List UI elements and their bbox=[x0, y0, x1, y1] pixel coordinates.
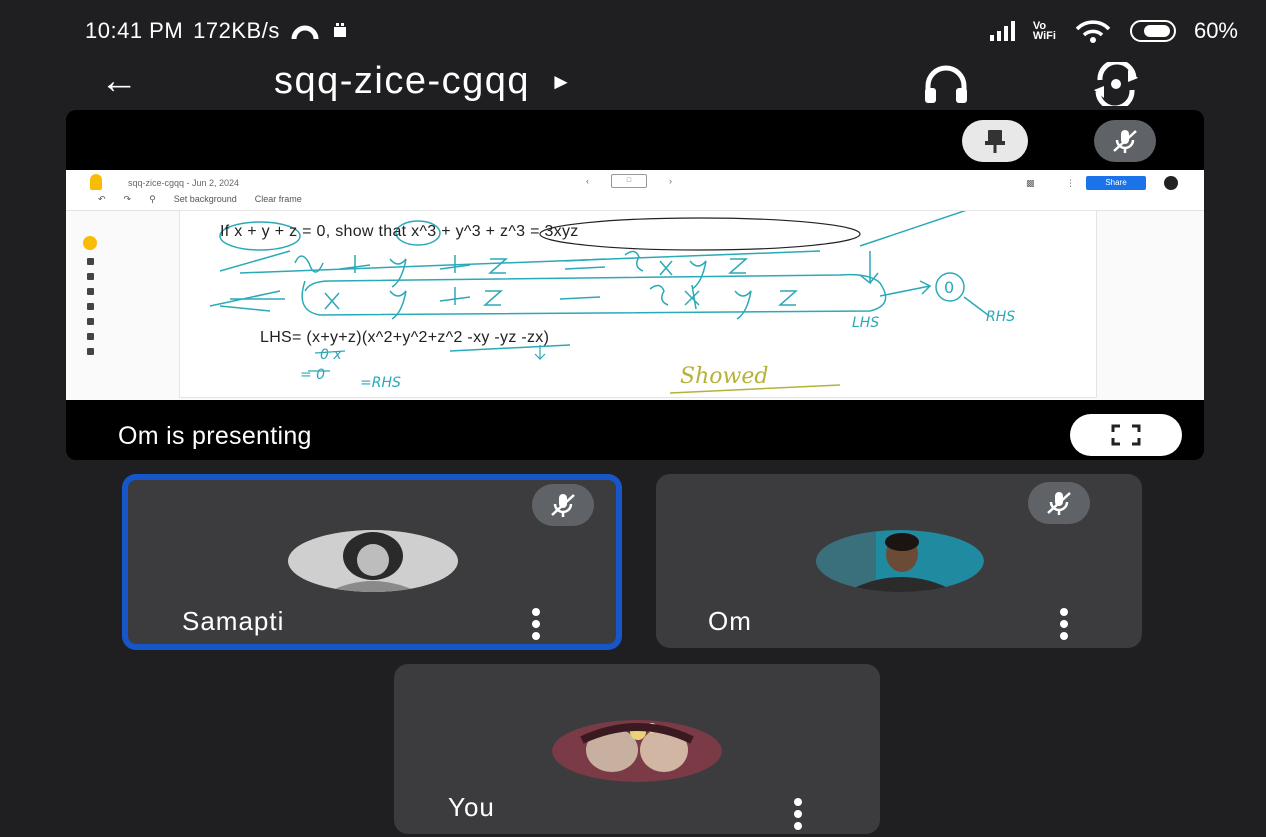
laser-tool-icon bbox=[86, 348, 94, 355]
ink-rhs: RHS bbox=[986, 309, 1015, 325]
jamboard-edit-tools: ↶ ↷ ⚲ Set background Clear frame bbox=[98, 194, 302, 205]
avatar bbox=[816, 530, 984, 592]
jamboard-frame-nav: ‹ □ › bbox=[586, 174, 672, 188]
network-speed: 172KB/s bbox=[193, 18, 280, 43]
textbox-tool-icon bbox=[86, 333, 94, 340]
presentation-panel: sqq-zice-cgqq - Jun 2, 2024 ↶ ↷ ⚲ Set ba… bbox=[66, 110, 1204, 460]
undo-icon: ↶ bbox=[98, 194, 106, 204]
vowifi-indicator: Vo WiFi bbox=[1032, 20, 1056, 42]
presenter-label: Om is presenting bbox=[118, 422, 312, 450]
participant-name: Samapti bbox=[182, 606, 285, 636]
select-tool-icon bbox=[86, 273, 94, 280]
sync-icon bbox=[291, 25, 319, 40]
ink-eq-rhs: =RHS bbox=[360, 375, 401, 391]
ink-eq-zero: = 0 bbox=[300, 367, 325, 383]
image-tool-icon bbox=[86, 303, 94, 310]
redo-icon: ↷ bbox=[123, 194, 132, 204]
signal-icon bbox=[989, 21, 1015, 41]
jamboard-share-button: Share bbox=[1086, 176, 1146, 190]
clock: 10:41 PM bbox=[85, 18, 184, 43]
avatar bbox=[552, 720, 722, 782]
battery-percentage: 60% bbox=[1193, 18, 1238, 43]
meeting-title[interactable]: sqq-zice-cgqq ► bbox=[274, 60, 573, 103]
avatar-photo bbox=[288, 530, 458, 592]
shape-tool-icon bbox=[86, 318, 94, 325]
avatar-photo bbox=[816, 530, 984, 592]
pin-icon bbox=[985, 130, 1005, 153]
more-vert-icon[interactable] bbox=[794, 798, 802, 830]
participant-mute-indicator bbox=[532, 484, 594, 526]
jamboard-tool-rail bbox=[80, 236, 100, 366]
equation-lhs: LHS= (x+y+z)(x^2+y^2+z^2 -xy -yz -zx) bbox=[260, 329, 550, 346]
clear-frame-button: Clear frame bbox=[254, 194, 302, 204]
more-vert-icon[interactable] bbox=[532, 608, 540, 640]
jamboard-file-title: sqq-zice-cgqq - Jun 2, 2024 bbox=[128, 178, 240, 188]
app-bar: ← sqq-zice-cgqq ► bbox=[0, 58, 1266, 108]
participant-name: Om bbox=[708, 606, 752, 636]
more-vert-icon: ⋮ bbox=[1066, 178, 1075, 188]
status-right: Vo WiFi 60% bbox=[989, 18, 1238, 44]
presenter-mute-indicator bbox=[1094, 120, 1156, 162]
set-background-button: Set background bbox=[173, 194, 237, 204]
shared-screen[interactable]: sqq-zice-cgqq - Jun 2, 2024 ↶ ↷ ⚲ Set ba… bbox=[66, 170, 1204, 400]
pen-tool-icon bbox=[83, 236, 97, 250]
participant-tile-samapti[interactable]: Samapti bbox=[122, 474, 622, 650]
eraser-tool-icon bbox=[86, 258, 94, 265]
ink-lhs: LHS bbox=[852, 315, 879, 331]
mic-off-icon bbox=[551, 494, 575, 517]
more-vert-icon[interactable] bbox=[1060, 608, 1068, 640]
jamboard-frame: 0 RHS LHS 0 x = 0 =RHS Showed If x + y +… bbox=[179, 210, 1097, 398]
participant-mute-indicator bbox=[1028, 482, 1090, 524]
sticky-note-icon bbox=[86, 288, 94, 295]
wifi-icon bbox=[1075, 20, 1111, 43]
jamboard-logo-icon bbox=[90, 174, 102, 190]
equation-question: If x + y + z = 0, show that x^3 + y^3 + … bbox=[220, 223, 579, 240]
participant-tile-om[interactable]: Om bbox=[656, 474, 1142, 648]
headphones-icon[interactable] bbox=[922, 64, 970, 104]
mic-off-icon bbox=[1113, 130, 1137, 153]
jamboard-toolbar: sqq-zice-cgqq - Jun 2, 2024 ↶ ↷ ⚲ Set ba… bbox=[66, 170, 1204, 211]
avatar bbox=[288, 530, 458, 592]
status-bar: 10:41 PM 172KB/s Vo WiFi 60% bbox=[0, 0, 1266, 58]
meeting-code: sqq-zice-cgqq bbox=[274, 60, 531, 102]
avatar-photo bbox=[552, 720, 722, 782]
status-left: 10:41 PM 172KB/s bbox=[85, 18, 350, 44]
notification-icon bbox=[333, 23, 346, 37]
jamboard-account-avatar bbox=[1164, 176, 1178, 190]
mic-off-icon bbox=[1047, 492, 1071, 515]
caret-right-icon: ► bbox=[550, 68, 574, 94]
zoom-icon: ⚲ bbox=[149, 194, 156, 204]
frame-bar-icon: □ bbox=[611, 174, 647, 188]
switch-camera-icon[interactable] bbox=[1090, 62, 1142, 106]
fullscreen-icon bbox=[1111, 424, 1141, 446]
ink-zero-x: 0 x bbox=[320, 347, 342, 363]
next-frame-icon: › bbox=[669, 176, 672, 186]
battery-icon bbox=[1129, 20, 1176, 42]
pin-button[interactable] bbox=[962, 120, 1028, 162]
prev-frame-icon: ‹ bbox=[586, 176, 589, 186]
fullscreen-button[interactable] bbox=[1070, 414, 1182, 456]
ink-showed: Showed bbox=[680, 364, 768, 389]
ink-zero: 0 bbox=[944, 278, 954, 297]
participant-name: You bbox=[448, 792, 495, 822]
participant-tile-you[interactable]: You bbox=[394, 664, 880, 834]
meet-icon: ▩ bbox=[1026, 178, 1035, 188]
arrow-left-icon[interactable]: ← bbox=[100, 62, 138, 100]
